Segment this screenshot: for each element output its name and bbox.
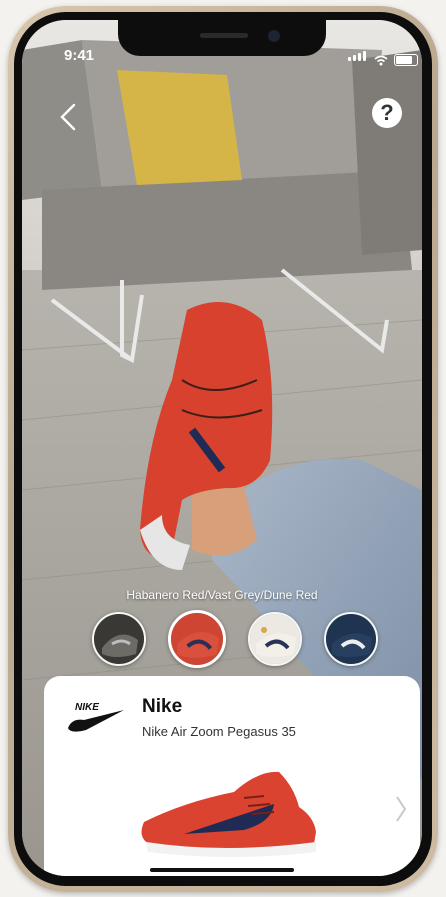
swatch-habanero-red[interactable] [168,610,226,668]
colorway-swatches [92,610,378,668]
chevron-right-icon[interactable] [394,794,408,824]
svg-text:NIKE: NIKE [75,702,99,713]
signal-icon [348,48,368,66]
wifi-icon [374,55,388,66]
status-time: 9:41 [64,47,95,64]
help-button[interactable]: ? [372,98,402,128]
status-icons [348,48,418,66]
front-camera [268,30,280,42]
ar-screen: 9:41 ? Habanero Red/Vast Grey/Dune Red N… [22,20,422,876]
home-indicator[interactable] [150,868,294,872]
chevron-left-icon [60,103,76,131]
battery-icon [394,54,418,66]
colorway-label: Habanero Red/Vast Grey/Dune Red [126,588,318,602]
product-model: Nike Air Zoom Pegasus 35 [142,724,296,739]
back-button[interactable] [52,100,86,134]
swatch-navy-white[interactable] [324,612,378,666]
product-shoe-image [141,771,316,857]
product-brand: Nike [142,696,183,717]
notch [118,20,326,56]
nike-swoosh-logo: NIKE [68,702,124,732]
swatch-white-navy[interactable] [248,612,302,666]
swatch-black-grey[interactable] [92,612,146,666]
speaker-grille [200,33,248,38]
product-card[interactable]: NIKE Nike Nike Air Zoom Pegasus 35 [44,676,420,876]
phone-frame: 9:41 ? Habanero Red/Vast Grey/Dune Red N… [8,6,438,892]
